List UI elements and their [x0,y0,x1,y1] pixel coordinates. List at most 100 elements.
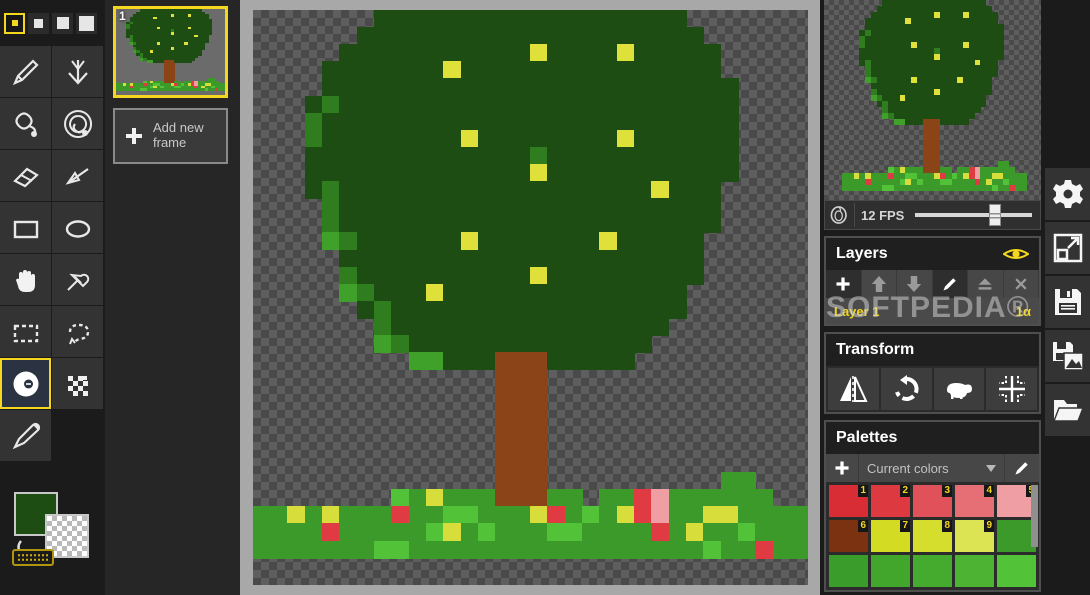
pencil-icon [12,58,39,85]
art-pixel [720,95,739,114]
art-pixel [582,335,601,354]
palette-swatch[interactable]: 6 [829,520,868,552]
tool-pan[interactable] [0,254,51,305]
art-pixel [356,198,375,217]
keyboard-icon[interactable] [12,549,54,566]
palette-swatch[interactable]: 2 [871,485,910,517]
brush-size-4[interactable] [76,12,97,34]
palette-swatch[interactable] [829,555,868,587]
art-pixel [512,335,531,354]
tool-paint-bucket[interactable] [0,98,51,149]
canvas-viewport[interactable] [240,0,820,595]
art-pixel [373,10,392,28]
rectangle-icon [13,220,38,238]
tool-ellipse[interactable] [52,202,103,253]
merge-layer-button[interactable] [968,270,1003,298]
crop-center-button[interactable] [986,368,1037,410]
left-toolbar [0,0,105,595]
edit-palette-button[interactable] [1005,454,1039,482]
tool-lasso[interactable] [52,306,103,357]
add-palette-button[interactable] [826,454,858,482]
palette-swatch[interactable]: 9 [955,520,994,552]
art-pixel [356,95,375,114]
frame-selected-caret [225,45,228,63]
move-layer-down-button[interactable] [897,270,932,298]
tool-pencil[interactable] [0,46,51,97]
tool-eyedropper[interactable] [52,254,103,305]
art-pixel [582,266,601,285]
onion-skin-icon[interactable] [829,203,855,227]
move-layer-up-button[interactable] [861,270,896,298]
art-pixel [651,181,670,200]
art-pixel [599,129,618,148]
tool-rect-select[interactable] [0,306,51,357]
brush-size-2[interactable] [28,12,49,34]
resize-canvas-button[interactable] [1045,222,1090,274]
palette-swatch-number: 4 [984,485,994,497]
art-pixel [530,266,548,285]
brush-size-1[interactable] [4,12,25,34]
export-image-button[interactable] [1045,330,1090,382]
art-pixel [651,95,670,114]
edit-layer-button[interactable] [932,270,967,298]
tool-fill-down[interactable] [52,46,103,97]
settings-button[interactable] [1045,168,1090,220]
art-pixel [460,540,479,559]
palette-swatch[interactable]: 8 [913,520,952,552]
palette-swatch[interactable]: 3 [913,485,952,517]
art-pixel [755,506,774,525]
art-pixel [564,164,583,183]
art-pixel [686,146,705,165]
palette-swatch[interactable] [997,555,1036,587]
art-pixel [356,232,375,251]
art-pixel [460,146,479,165]
frame-thumbnail-1[interactable]: 1 [113,6,228,98]
art-pixel [547,283,566,302]
pixel-canvas[interactable] [252,10,809,585]
art-pixel [460,335,479,354]
dither-icon [67,375,88,396]
add-new-frame-button[interactable]: Add new frame [113,108,228,164]
tool-rectangle[interactable] [0,202,51,253]
brush-size-3[interactable] [52,12,73,34]
art-pixel [530,403,548,422]
open-file-button[interactable] [1045,384,1090,436]
fps-slider-knob[interactable] [988,204,1001,226]
palette-swatch[interactable]: 4 [955,485,994,517]
art-pixel [686,489,705,508]
art-pixel [616,266,635,285]
tool-brush[interactable] [0,410,51,461]
fps-slider[interactable] [915,204,1032,226]
art-pixel [616,129,635,148]
frames-panel: 1 Add new frame [105,0,240,595]
sheep-button[interactable] [933,368,985,410]
art-pixel [530,112,548,131]
art-pixel [339,249,358,268]
tool-eraser[interactable] [0,150,51,201]
delete-layer-button[interactable] [1003,270,1038,298]
layer-row[interactable]: Layer 1 1α [826,298,1039,324]
tool-dodge-burn[interactable] [0,358,51,409]
art-pixel [356,249,375,268]
art-pixel [425,266,444,285]
palette-swatch[interactable]: 1 [829,485,868,517]
tool-dither[interactable] [52,358,103,409]
rotate-button[interactable] [880,368,932,410]
palette-swatch[interactable]: 7 [871,520,910,552]
palette-swatch[interactable] [871,555,910,587]
add-layer-button[interactable] [826,270,861,298]
palette-select[interactable]: Current colors [859,454,1004,482]
palette-scrollbar[interactable] [1031,485,1038,547]
art-pixel [599,27,618,46]
art-pixel [668,523,687,542]
palette-swatch[interactable] [955,555,994,587]
art-pixel [703,95,722,114]
mirror-button[interactable] [828,368,879,410]
art-pixel [304,523,323,542]
save-button[interactable] [1045,276,1090,328]
art-pixel [460,249,479,268]
tool-global-fill[interactable] [52,98,103,149]
palette-swatch[interactable] [913,555,952,587]
eye-icon[interactable] [1003,246,1029,262]
tool-line[interactable] [52,150,103,201]
